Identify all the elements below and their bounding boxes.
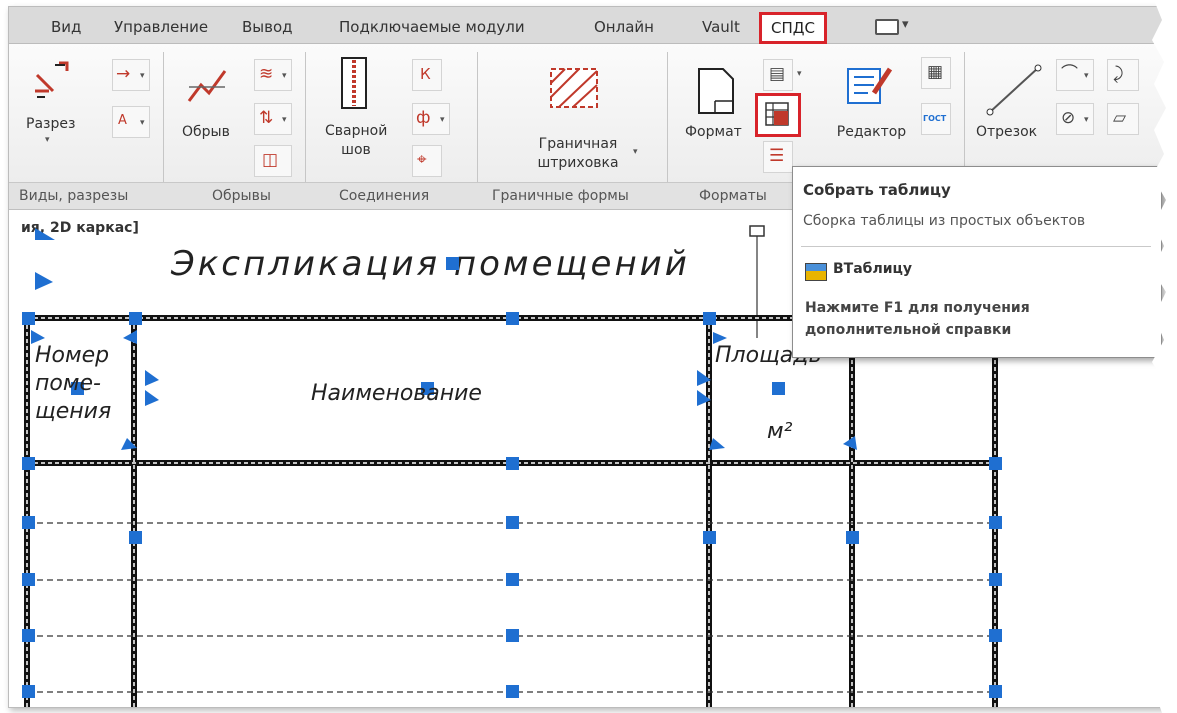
rectangle-button[interactable]: ▱ bbox=[1107, 103, 1139, 135]
panel-views[interactable]: Виды, разрезы bbox=[19, 188, 128, 204]
tab-upravlenie[interactable]: Управление bbox=[114, 18, 208, 36]
joint-mark-button[interactable]: ⌖ bbox=[412, 145, 442, 177]
panel-joints[interactable]: Соединения bbox=[339, 188, 429, 204]
joint-button[interactable]: ф ▾ bbox=[412, 103, 450, 135]
panel-breaks[interactable]: Обрывы bbox=[212, 188, 271, 204]
workspace-toggle-icon[interactable] bbox=[875, 19, 899, 35]
circle-button[interactable]: ⊘ ▾ bbox=[1056, 103, 1094, 135]
weld-label[interactable]: Сварной шов bbox=[325, 122, 387, 160]
polyline-button[interactable]: ⤸ bbox=[1107, 59, 1139, 91]
boundary-hatch-icon[interactable] bbox=[549, 67, 599, 109]
weld-seam-icon[interactable] bbox=[339, 55, 369, 111]
obryv-label[interactable]: Обрыв bbox=[182, 123, 230, 142]
autocad-window: Вид Управление Вывод Подключаемые модули… bbox=[8, 6, 1168, 708]
tab-spds[interactable]: СПДС bbox=[759, 12, 827, 44]
tooltip-description: Сборка таблицы из простых объектов bbox=[803, 213, 1086, 229]
tab-vyvod[interactable]: Вывод bbox=[242, 18, 293, 36]
razrez-dropdown-icon[interactable]: ▾ bbox=[45, 135, 50, 145]
otrezok-label[interactable]: Отрезок bbox=[976, 123, 1037, 142]
tab-vault[interactable]: Vault bbox=[702, 18, 740, 36]
view-letter-button[interactable]: A ▾ bbox=[112, 106, 150, 138]
header-area-unit: м² bbox=[767, 419, 793, 444]
table-list-button[interactable]: ☰ bbox=[763, 141, 793, 173]
command-icon bbox=[805, 263, 827, 281]
razrez-label[interactable]: Разрез bbox=[26, 115, 75, 134]
tooltip-help: Нажмите F1 для получения дополнительной … bbox=[805, 300, 1030, 338]
tooltip-divider bbox=[801, 246, 1151, 247]
break-line-icon[interactable] bbox=[185, 65, 229, 109]
format-label[interactable]: Формат bbox=[685, 123, 742, 142]
header-number: Номер поме- щения bbox=[35, 343, 112, 424]
hatch-dropdown-icon[interactable]: ▾ bbox=[633, 147, 638, 157]
tab-online[interactable]: Онлайн bbox=[594, 18, 654, 36]
arc-button[interactable]: ⌒ ▾ bbox=[1056, 59, 1094, 91]
tab-plugins[interactable]: Подключаемые модули bbox=[339, 18, 525, 36]
style-editor-icon[interactable] bbox=[844, 63, 894, 109]
divider bbox=[163, 52, 164, 202]
break-detail-button[interactable]: ◫ bbox=[254, 145, 292, 177]
section-cut-icon[interactable] bbox=[29, 57, 73, 101]
divider bbox=[305, 52, 306, 202]
panel-formats[interactable]: Форматы bbox=[699, 188, 767, 204]
torn-edge bbox=[1152, 0, 1177, 713]
k-marker-button[interactable]: К bbox=[412, 59, 442, 91]
divider bbox=[667, 52, 668, 202]
header-name: Наименование bbox=[311, 381, 482, 406]
tab-vid[interactable]: Вид bbox=[51, 18, 81, 36]
ribbon-tab-bar: Вид Управление Вывод Подключаемые модули… bbox=[9, 7, 1167, 44]
tooltip-title: Собрать таблицу bbox=[803, 181, 951, 199]
panel-boundary[interactable]: Граничные формы bbox=[492, 188, 629, 204]
line-segment-icon[interactable] bbox=[984, 62, 1044, 118]
style-editor-label[interactable]: Редактор bbox=[824, 123, 919, 142]
break-wave-button[interactable]: ≋ ▾ bbox=[254, 59, 292, 91]
assemble-table-button[interactable] bbox=[755, 93, 801, 137]
tooltip-command: ВТаблицу bbox=[833, 261, 913, 277]
gost-button[interactable]: ГОСТ bbox=[921, 103, 951, 135]
spec-button[interactable]: ▦ bbox=[921, 57, 951, 89]
chevron-down-icon[interactable]: ▾ bbox=[902, 17, 909, 32]
divider bbox=[477, 52, 478, 202]
break-zigzag-button[interactable]: ⇅ ▾ bbox=[254, 103, 292, 135]
assemble-table-icon bbox=[765, 102, 789, 126]
stamp-dropdown-icon[interactable]: ▾ bbox=[797, 69, 802, 79]
hatch-label[interactable]: Граничная штриховка bbox=[532, 135, 624, 173]
format-sheet-icon[interactable] bbox=[697, 67, 735, 115]
stamp-button[interactable]: ▤ bbox=[763, 59, 793, 91]
ribbon-tooltip: Собрать таблицу Сборка таблицы из просты… bbox=[792, 166, 1162, 358]
view-arrow-button[interactable]: → ▾ bbox=[112, 59, 150, 91]
